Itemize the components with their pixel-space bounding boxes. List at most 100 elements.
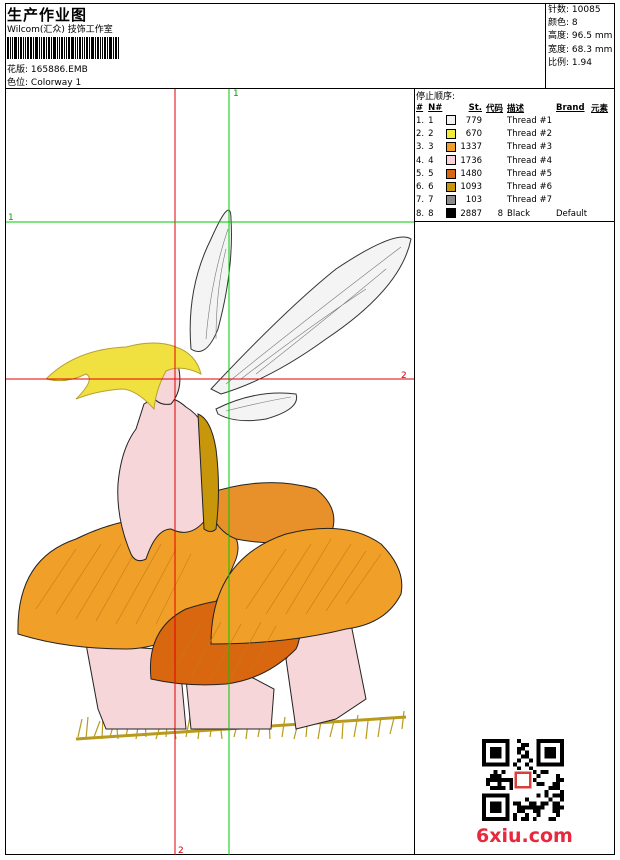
row-swatch [444, 167, 458, 180]
col-needle: N# [428, 102, 443, 113]
col-element: 元素 [591, 103, 609, 114]
row-index: 1. [416, 115, 425, 126]
row-element [589, 154, 610, 167]
row-description: Thread #6 [507, 182, 552, 193]
col-index: # [416, 102, 424, 113]
row-brand [554, 127, 589, 140]
row-needle: 8 [428, 208, 434, 219]
row-brand [554, 154, 589, 167]
row-index: 7. [416, 195, 425, 206]
row-element [589, 167, 610, 180]
color-swatch [446, 115, 457, 126]
barcode [7, 37, 129, 59]
row-brand [554, 194, 589, 207]
row-code: 8 [497, 208, 504, 219]
row-swatch [444, 141, 458, 154]
row-needle: 1 [428, 115, 434, 126]
design-file: 165886.EMB [30, 65, 88, 75]
row-index: 4. [416, 155, 425, 166]
col-stitches: St. [468, 102, 483, 113]
stat-width: 宽度: 68.3 mm [548, 44, 613, 55]
watermark-logo: 6xiu.com [476, 825, 573, 847]
colorway-label: 色位: [7, 78, 29, 88]
row-description: Thread #7 [507, 195, 552, 206]
color-swatch [446, 195, 457, 206]
row-description: Thread #1 [507, 115, 552, 126]
row-description: Thread #3 [507, 142, 552, 153]
table-header-row: # N# St. 代码 描述 Brand 元素 [414, 101, 610, 114]
qr-code [482, 739, 564, 821]
stats-divider [545, 3, 546, 88]
studio-name: Wilcom(汇众) 技饰工作室 [7, 25, 113, 35]
row-swatch [444, 207, 458, 220]
row-stitches: 2887 [460, 208, 483, 219]
design-label: 花版: [7, 65, 29, 75]
row-code [484, 180, 505, 193]
color-row: 5. 5 1480 Thread #5 [414, 167, 610, 180]
marker-red-right: 2 [401, 371, 407, 381]
row-code [484, 127, 505, 140]
row-index: 2. [416, 128, 425, 139]
marker-red-bottom: 2 [178, 846, 184, 855]
row-brand: Default [555, 208, 588, 219]
row-brand [554, 141, 589, 154]
row-needle: 7 [428, 195, 434, 206]
row-element [589, 194, 610, 207]
row-swatch [444, 180, 458, 193]
row-description: Thread #2 [507, 128, 552, 139]
table-divider [414, 221, 615, 222]
row-stitches: 1337 [460, 142, 483, 153]
row-swatch [444, 127, 458, 140]
row-element [589, 180, 610, 193]
row-index: 6. [416, 182, 425, 193]
color-swatch [446, 181, 457, 192]
col-description: 描述 [507, 103, 525, 114]
row-element [589, 207, 610, 220]
color-row: 4. 4 1736 Thread #4 [414, 154, 610, 167]
color-swatch [446, 155, 457, 166]
color-swatch [446, 128, 457, 139]
row-swatch [444, 194, 458, 207]
row-stitches: 1736 [460, 155, 483, 166]
row-description: Thread #4 [507, 155, 552, 166]
row-brand [554, 114, 589, 127]
colorway-row: 色位: Colorway 1 [7, 75, 81, 88]
color-row: 7. 7 103 Thread #7 [414, 194, 610, 207]
color-row: 2. 2 670 Thread #2 [414, 127, 610, 140]
marker-green-left: 1 [8, 213, 14, 223]
color-row: 6. 6 1093 Thread #6 [414, 180, 610, 193]
colorway-value: Colorway 1 [30, 78, 82, 88]
marker-green-top: 1 [233, 89, 239, 99]
col-code: 代码 [486, 103, 504, 114]
fairy-wings [189, 209, 412, 422]
color-sequence-table: # N# St. 代码 描述 Brand 元素 1. 1 779 Thread #1 2… [414, 101, 610, 220]
row-element [589, 127, 610, 140]
color-row: 8. 8 2887 8 Black Default [414, 207, 610, 220]
row-stitches: 670 [465, 128, 483, 139]
color-swatch [446, 141, 457, 152]
row-code [484, 194, 505, 207]
row-needle: 2 [428, 128, 434, 139]
stat-stitches: 针数: 10085 [548, 5, 601, 15]
row-code [484, 167, 505, 180]
row-brand [554, 180, 589, 193]
row-needle: 3 [428, 142, 434, 153]
row-index: 5. [416, 168, 425, 179]
design-stats: 针数: 10085 颜色: 8 高度: 96.5 mm 宽度: 68.3 mm … [548, 4, 612, 70]
row-brand [554, 167, 589, 180]
row-needle: 4 [428, 155, 434, 166]
row-code [484, 141, 505, 154]
color-row: 3. 3 1337 Thread #3 [414, 141, 610, 154]
row-stitches: 103 [465, 195, 483, 206]
stat-height: 高度: 96.5 mm [548, 31, 613, 42]
row-description: Black [507, 208, 531, 219]
design-row: 花版: 165886.EMB [7, 62, 88, 75]
row-index: 8. [416, 208, 425, 219]
stat-colors: 颜色: 8 [548, 18, 578, 29]
row-swatch [444, 114, 458, 127]
color-swatch [446, 168, 457, 179]
row-element [589, 114, 610, 127]
color-swatch [446, 208, 457, 219]
col-brand: Brand [555, 102, 585, 113]
row-needle: 6 [428, 182, 434, 193]
